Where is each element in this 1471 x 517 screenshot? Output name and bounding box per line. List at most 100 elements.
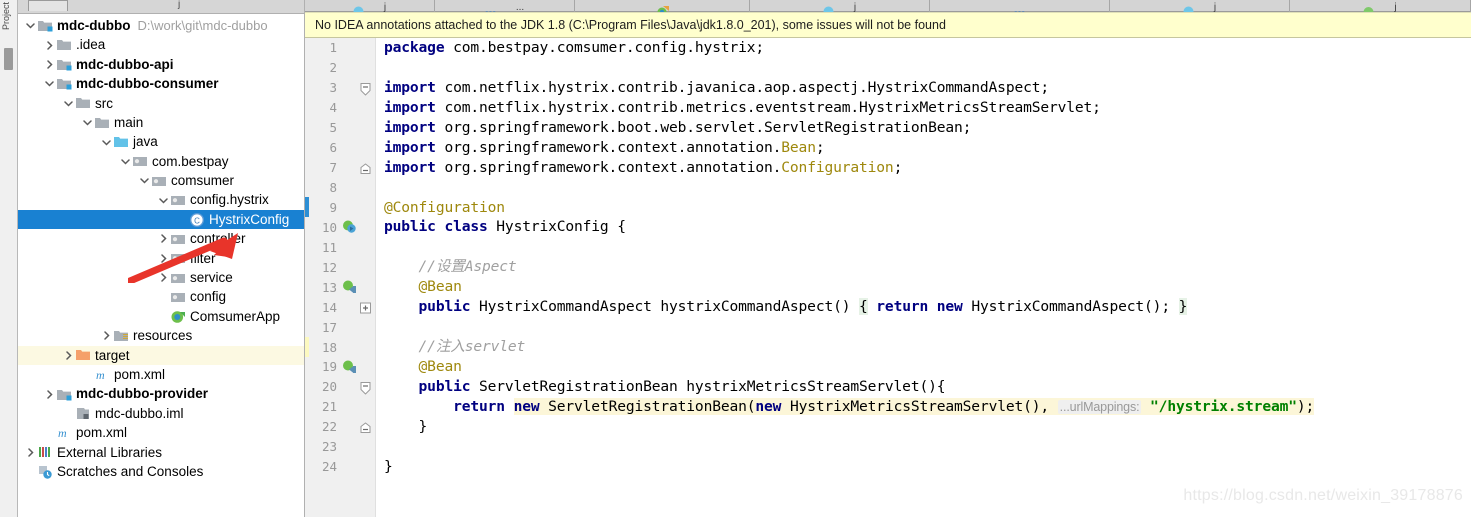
code-line-14[interactable]: public HystrixCommandAspect hystrixComma…	[376, 297, 1471, 317]
code-line-12[interactable]: //设置Aspect	[376, 257, 1471, 277]
line-number-gutter[interactable]: 1 2 3 4 5 6 7 8 9 10 11 12 13 14 17 18 19 20 21 22 23 24	[305, 38, 375, 517]
code-line-4[interactable]: import com.netflix.hystrix.contrib.metri…	[376, 98, 1471, 118]
twisty-right-icon[interactable]	[24, 448, 37, 457]
code-line-5[interactable]: import org.springframework.boot.web.serv…	[376, 118, 1471, 138]
code-line-6[interactable]: import org.springframework.context.annot…	[376, 138, 1471, 158]
editor-tab-4[interactable]	[930, 0, 1110, 12]
project-panel-tab[interactable]	[28, 0, 68, 11]
code-line-20[interactable]: }	[376, 417, 1471, 437]
code-line-17[interactable]: @Bean	[376, 357, 1471, 377]
twisty-down-icon[interactable]	[62, 99, 75, 108]
tree-item-mdc-dubbo[interactable]: mdc-dubbo D:\work\git\mdc-dubbo	[18, 16, 304, 35]
tree-item-mdc-dubbo-provider[interactable]: mdc-dubbo-provider	[18, 384, 304, 403]
tree-item-mdc-dubbo-consumer[interactable]: mdc-dubbo-consumer	[18, 74, 304, 93]
twisty-down-icon[interactable]	[157, 196, 170, 205]
twisty-right-icon[interactable]	[157, 234, 170, 244]
code-line-1[interactable]: package com.bestpay.comsumer.config.hyst…	[376, 38, 1471, 58]
gutter-line-3[interactable]: 3	[305, 78, 375, 98]
gutter-bean-icon[interactable]	[340, 220, 358, 234]
twisty-down-icon[interactable]	[100, 138, 113, 147]
editor-tab-5[interactable]: j	[1110, 0, 1290, 12]
fold-minus-top-icon[interactable]	[360, 82, 371, 96]
gutter-line-2[interactable]: 2	[305, 58, 375, 78]
fold-minus-bot-icon[interactable]	[360, 162, 371, 174]
gutter-line-10[interactable]: 10	[305, 217, 375, 237]
twisty-down-icon[interactable]	[24, 21, 37, 30]
gutter-line-4[interactable]: 4	[305, 98, 375, 118]
editor-tab-bar[interactable]: j... j j j	[305, 0, 1471, 12]
gutter-line-12[interactable]: 12	[305, 257, 375, 277]
code-fold-close-brace[interactable]: }	[1178, 298, 1187, 316]
tree-item-external-libraries[interactable]: External Libraries	[18, 443, 304, 462]
twisty-right-icon[interactable]	[43, 40, 56, 50]
code-line-2[interactable]	[376, 58, 1471, 78]
code-line-16[interactable]: //注入servlet	[376, 337, 1471, 357]
code-line-18[interactable]: public ServletRegistrationBean hystrixMe…	[376, 377, 1471, 397]
editor-tab-0[interactable]: j	[305, 0, 435, 12]
gutter-line-7[interactable]: 7	[305, 158, 375, 178]
tree-item-config[interactable]: config	[18, 287, 304, 306]
tree-item-comsumer[interactable]: comsumer	[18, 171, 304, 190]
code-line-11[interactable]	[376, 237, 1471, 257]
gutter-line-17[interactable]: 17	[305, 317, 375, 337]
gutter-line-23[interactable]: 23	[305, 437, 375, 457]
gutter-line-8[interactable]: 8	[305, 178, 375, 198]
tool-window-strip[interactable]: Project	[0, 0, 18, 517]
editor-tab-1[interactable]: ...	[435, 0, 575, 12]
twisty-right-icon[interactable]	[157, 273, 170, 283]
code-line-3[interactable]: import com.netflix.hystrix.contrib.javan…	[376, 78, 1471, 98]
tree-item-filter[interactable]: filter	[18, 249, 304, 268]
code-line-8[interactable]	[376, 178, 1471, 198]
twisty-down-icon[interactable]	[138, 176, 151, 185]
gutter-line-14[interactable]: 14	[305, 297, 375, 317]
tree-item-config-hystrix[interactable]: config.hystrix	[18, 191, 304, 210]
twisty-right-icon[interactable]	[62, 351, 75, 360]
tree-item-pom-xml[interactable]: m pom.xml	[18, 365, 304, 384]
gutter-line-11[interactable]: 11	[305, 237, 375, 257]
gutter-method-icon[interactable]	[340, 280, 358, 294]
tree-item-scratches-and-consoles[interactable]: Scratches and Consoles	[18, 462, 304, 481]
tree-item-target[interactable]: target	[18, 345, 304, 366]
twisty-right-icon[interactable]	[43, 389, 56, 399]
editor-tab-6[interactable]: j	[1290, 0, 1471, 12]
jdk-annotations-notification-banner[interactable]: No IDEA annotations attached to the JDK …	[305, 12, 1471, 38]
twisty-right-icon[interactable]	[43, 60, 56, 69]
tree-item-src[interactable]: src	[18, 94, 304, 113]
tree-item-comsumerapp[interactable]: ComsumerApp	[18, 307, 304, 326]
code-line-19[interactable]: return new ServletRegistrationBean(new H…	[376, 397, 1471, 417]
code-line-10[interactable]: public class HystrixConfig {	[376, 217, 1471, 237]
fold-minus-top-icon[interactable]	[360, 381, 371, 395]
code-line-22[interactable]: }	[376, 457, 1471, 477]
gutter-line-6[interactable]: 6	[305, 138, 375, 158]
code-text-area[interactable]: package com.bestpay.comsumer.config.hyst…	[375, 38, 1471, 517]
fold-plus-icon[interactable]	[360, 302, 371, 314]
code-fold-open-brace[interactable]: {	[859, 298, 868, 316]
tree-item-mdc-dubbo-api[interactable]: mdc-dubbo-api	[18, 55, 304, 74]
twisty-down-icon[interactable]	[81, 118, 94, 127]
twisty-down-icon[interactable]	[119, 157, 132, 166]
tree-item-hystrixconfig[interactable]: C HystrixConfig	[18, 209, 304, 230]
code-line-9[interactable]: @Configuration	[376, 198, 1471, 218]
tree-item-java[interactable]: java	[18, 132, 304, 151]
editor-tab-2[interactable]	[575, 0, 750, 12]
project-tool-button[interactable]: Project	[1, 2, 11, 30]
tree-item-com-bestpay[interactable]: com.bestpay	[18, 152, 304, 171]
fold-minus-bot-icon[interactable]	[360, 421, 371, 433]
gutter-method-icon[interactable]	[340, 360, 358, 374]
scrollbar-thumb[interactable]	[4, 48, 13, 70]
tree-item-controller[interactable]: controller	[18, 229, 304, 248]
twisty-right-icon[interactable]	[100, 331, 113, 341]
gutter-line-13[interactable]: 13	[305, 277, 375, 297]
code-line-21[interactable]	[376, 437, 1471, 457]
tree-item-mdc-dubbo-iml[interactable]: mdc-dubbo.iml	[18, 404, 304, 423]
gutter-line-5[interactable]: 5	[305, 118, 375, 138]
editor-tab-3[interactable]: j	[750, 0, 930, 12]
tree-item--idea[interactable]: .idea	[18, 35, 304, 54]
gutter-line-21[interactable]: 21	[305, 397, 375, 417]
gutter-line-19[interactable]: 19	[305, 357, 375, 377]
tree-item-pom-xml[interactable]: m pom.xml	[18, 423, 304, 442]
code-line-13[interactable]: @Bean	[376, 277, 1471, 297]
gutter-line-18[interactable]: 18	[305, 337, 375, 358]
twisty-down-icon[interactable]	[43, 79, 56, 88]
tree-item-service[interactable]: service	[18, 268, 304, 287]
